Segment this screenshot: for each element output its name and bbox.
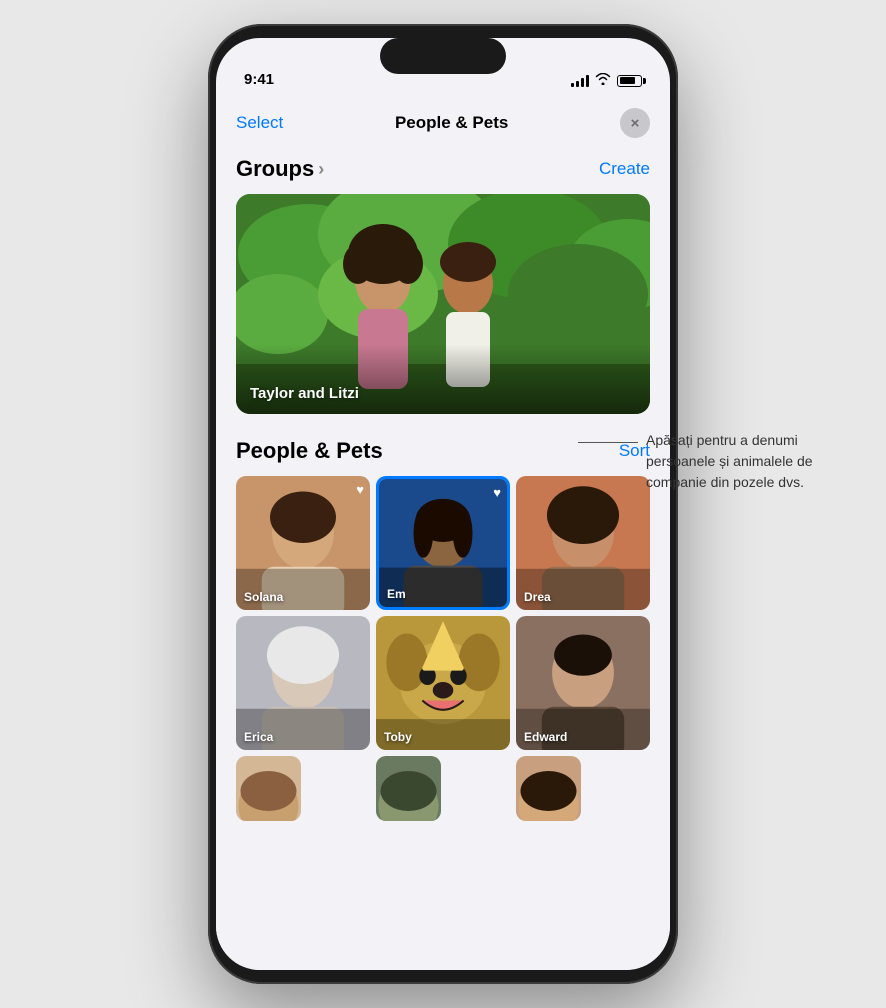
person-card-edward[interactable]: Edward: [516, 616, 650, 750]
person-card-toby[interactable]: Toby: [376, 616, 510, 750]
tooltip-line: [578, 442, 638, 443]
person-card-partial-2[interactable]: [376, 756, 441, 821]
person-name-solana: Solana: [244, 590, 283, 604]
person-card-solana[interactable]: ♥ Solana: [236, 476, 370, 610]
content-area: Select People & Pets × Groups › Create: [216, 96, 670, 970]
person-name-toby: Toby: [384, 730, 412, 744]
people-section-title: People & Pets: [236, 438, 383, 464]
person-card-erica[interactable]: Erica: [236, 616, 370, 750]
close-button[interactable]: ×: [620, 108, 650, 138]
create-button[interactable]: Create: [599, 159, 650, 179]
tooltip-container: Apăsați pentru a denumi persoanele și an…: [578, 430, 846, 493]
groups-chevron-icon: ›: [318, 159, 324, 180]
person-card-partial-1[interactable]: [236, 756, 301, 821]
wifi-icon: [595, 73, 611, 88]
phone-frame: 9:41: [208, 24, 678, 984]
nav-bar: Select People & Pets ×: [216, 96, 670, 148]
select-button[interactable]: Select: [236, 113, 283, 133]
signal-bars-icon: [571, 75, 589, 87]
person-card-partial-3[interactable]: [516, 756, 581, 821]
phone-screen: 9:41: [216, 38, 670, 970]
group-card[interactable]: Taylor and Litzi: [236, 194, 650, 414]
person-name-erica: Erica: [244, 730, 273, 744]
groups-section-header: Groups › Create: [236, 156, 650, 182]
person-card-em[interactable]: ♥ Em: [376, 476, 510, 610]
partial-people-row: [236, 756, 650, 821]
page-title: People & Pets: [395, 113, 508, 133]
group-card-label: Taylor and Litzi: [250, 385, 359, 402]
groups-section-title: Groups ›: [236, 156, 324, 182]
status-icons: [571, 73, 642, 88]
scroll-content: Groups › Create: [216, 148, 670, 962]
person-name-drea: Drea: [524, 590, 551, 604]
tooltip-text: Apăsați pentru a denumi persoanele și an…: [646, 430, 846, 493]
dynamic-island: [380, 38, 506, 74]
person-name-edward: Edward: [524, 730, 567, 744]
favorite-icon-solana: ♥: [356, 482, 364, 497]
favorite-icon-em: ♥: [493, 485, 501, 500]
person-name-em: Em: [387, 587, 406, 601]
people-grid: ♥ Solana: [236, 476, 650, 750]
battery-icon: [617, 75, 642, 87]
scene: 9:41: [0, 0, 886, 1008]
person-card-drea[interactable]: Drea: [516, 476, 650, 610]
group-card-image: [236, 194, 650, 414]
